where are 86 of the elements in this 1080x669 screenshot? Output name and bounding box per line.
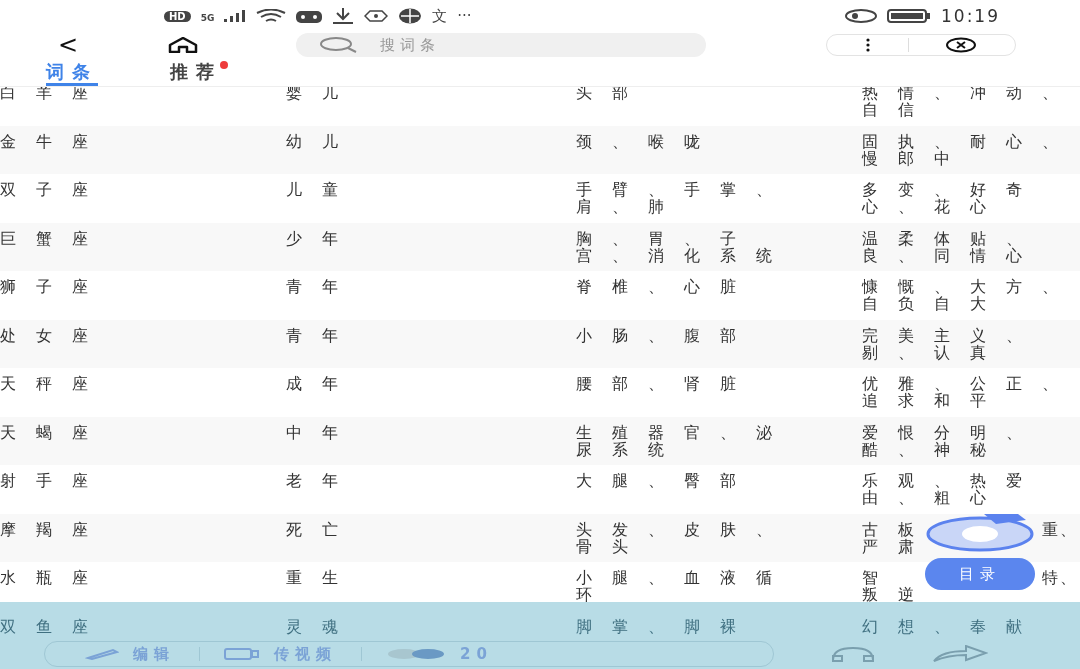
body-part-text: 环	[576, 586, 612, 603]
trait-text: 酷、神秘	[862, 440, 1006, 458]
sign-cell: 金牛座	[0, 132, 108, 150]
sign-cell: 摩羯座	[0, 520, 108, 538]
reaction-button[interactable]: 20	[386, 645, 493, 663]
trait-text: 追求和平	[862, 392, 1006, 409]
video-button[interactable]: 传视频	[224, 644, 337, 664]
trait-text: 智	[862, 569, 898, 586]
body-part-text: 颈、喉咙	[576, 132, 720, 150]
sign-cell: 射手座	[0, 472, 108, 489]
body-part-text: 脊椎、心脏	[576, 278, 756, 295]
body-part-text: 小肠、腹部	[576, 326, 756, 344]
signal-icon	[224, 10, 247, 22]
trait-text: 剔、认真	[862, 343, 1006, 361]
body-part-text: 手臂、手掌、	[576, 181, 792, 198]
trait-text: 完美主义、	[862, 326, 1042, 344]
trait-text: 心、花心	[862, 198, 1006, 215]
trait-text: 特、	[1042, 569, 1078, 586]
tab[interactable]: 推荐	[170, 58, 222, 86]
age-cell: 幼儿	[286, 132, 358, 150]
gamepad-icon	[296, 9, 323, 23]
trait-text: 古板	[862, 520, 934, 538]
network-type: 5G	[200, 12, 215, 23]
age-cell: 儿童	[286, 181, 358, 198]
trait-text: 自负自大	[862, 295, 1006, 312]
trait-text: 多变、好奇	[862, 181, 1042, 198]
toc-button[interactable]: 目录	[925, 558, 1035, 590]
trait-text: 良、同情心	[862, 246, 1042, 264]
sign-cell: 天秤座	[0, 375, 108, 392]
translate-glyph: 文	[432, 6, 448, 26]
back-button[interactable]: <	[58, 33, 79, 57]
sign-cell: 双鱼座	[0, 617, 108, 635]
sign-cell: 狮子座	[0, 278, 108, 295]
trait-text: 自信	[862, 101, 934, 118]
avatar-button[interactable]	[926, 512, 1034, 552]
age-cell: 青年	[286, 326, 358, 344]
body-part-text: 肩、肺	[576, 198, 684, 215]
body-part-text: 生殖器官、泌	[576, 423, 792, 441]
wifi-icon	[256, 9, 287, 23]
body-part-text: 尿系统	[576, 440, 684, 458]
sign-cell: 巨蟹座	[0, 229, 108, 247]
age-cell: 中年	[286, 423, 358, 441]
more-notifications: ···	[457, 7, 472, 25]
age-cell: 老年	[286, 472, 358, 489]
age-cell: 青年	[286, 278, 358, 295]
body-part-text: 小腿、血液循	[576, 569, 792, 586]
trait-text: 乐观、热爱	[862, 472, 1042, 489]
search-input[interactable]: 搜词条	[378, 35, 583, 55]
home-icon[interactable]	[168, 37, 199, 53]
age-cell: 成年	[286, 375, 358, 392]
video-icon	[224, 648, 260, 660]
body-part-text: 宫、消化系统	[576, 246, 792, 264]
body-part-text: 脚掌、脚裸	[576, 617, 756, 635]
more-icon[interactable]	[865, 38, 872, 52]
body-part-text: 腰部、肾脏	[576, 375, 756, 392]
body-part-text: 大腿、臀部	[576, 472, 756, 489]
sign-cell: 天蝎座	[0, 423, 108, 441]
body-part-text: 头发、皮肤、	[576, 520, 792, 538]
body-part-text: 骨头	[576, 537, 648, 555]
search-field[interactable]: 搜词条	[296, 33, 707, 57]
trait-text: 由、粗心	[862, 489, 1006, 506]
trait-text: 严肃	[862, 537, 934, 555]
age-cell: 重生	[286, 569, 358, 586]
trait-text: 慷慨、大方、	[862, 278, 1078, 295]
body-part-text: 胸、胃、子	[576, 229, 756, 247]
close-icon[interactable]	[944, 37, 977, 53]
age-cell: 灵魂	[286, 617, 358, 635]
sign-cell: 双子座	[0, 181, 108, 198]
edit-button[interactable]: 编辑	[85, 644, 175, 664]
age-cell: 死亡	[286, 520, 358, 538]
sign-cell: 处女座	[0, 326, 108, 344]
battery-icon	[887, 9, 931, 23]
download-icon	[332, 8, 355, 24]
age-cell: 少年	[286, 229, 358, 247]
trait-text: 慢郎中	[862, 149, 970, 167]
trait-text: 爱恨分明、	[862, 423, 1042, 441]
trait-text: 温柔体贴、	[862, 229, 1042, 247]
clock-time: 10:19	[941, 6, 1000, 26]
globe-icon	[398, 8, 423, 24]
sign-cell: 水瓶座	[0, 569, 108, 586]
trait-text: 幻想、奉献	[862, 617, 1042, 635]
pencil-icon	[85, 648, 119, 660]
hd-indicator: HD	[164, 10, 191, 22]
trait-text: 重、	[1042, 520, 1078, 538]
trait-text: 优雅、公正、	[862, 375, 1078, 392]
trait-text: 固执、耐心、	[862, 132, 1078, 150]
